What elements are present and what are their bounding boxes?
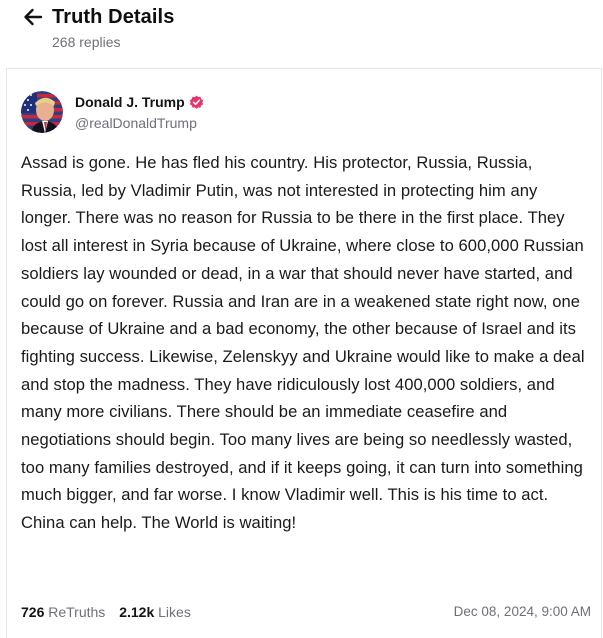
retruths-count: 726: [21, 604, 45, 620]
reply-count[interactable]: 268 replies: [52, 33, 121, 51]
likes-label: Likes: [158, 604, 191, 620]
verified-badge-icon: [189, 95, 204, 109]
post-timestamp: Dec 08, 2024, 9:00 AM: [453, 604, 591, 619]
post-card: Donald J. Trump @realDonaldTrump Assad i…: [6, 68, 602, 638]
page-header: Truth Details 268 replies: [0, 0, 603, 66]
avatar-image: [21, 91, 63, 133]
avatar[interactable]: [21, 91, 63, 133]
page-title: Truth Details: [52, 6, 175, 28]
author-handle[interactable]: @realDonaldTrump: [75, 114, 197, 132]
retruths-label: ReTruths: [48, 604, 106, 620]
post-stats: 726 ReTruths 2.12k Likes: [21, 603, 191, 621]
post-body: Assad is gone. He has fled his country. …: [21, 153, 585, 533]
author-name[interactable]: Donald J. Trump: [75, 93, 185, 111]
likes-count: 2.12k: [119, 604, 155, 620]
arrow-left-icon: [24, 8, 43, 26]
likes-stat[interactable]: 2.12k Likes: [119, 603, 191, 621]
back-button[interactable]: [20, 5, 46, 29]
retruths-stat[interactable]: 726 ReTruths: [21, 603, 105, 621]
